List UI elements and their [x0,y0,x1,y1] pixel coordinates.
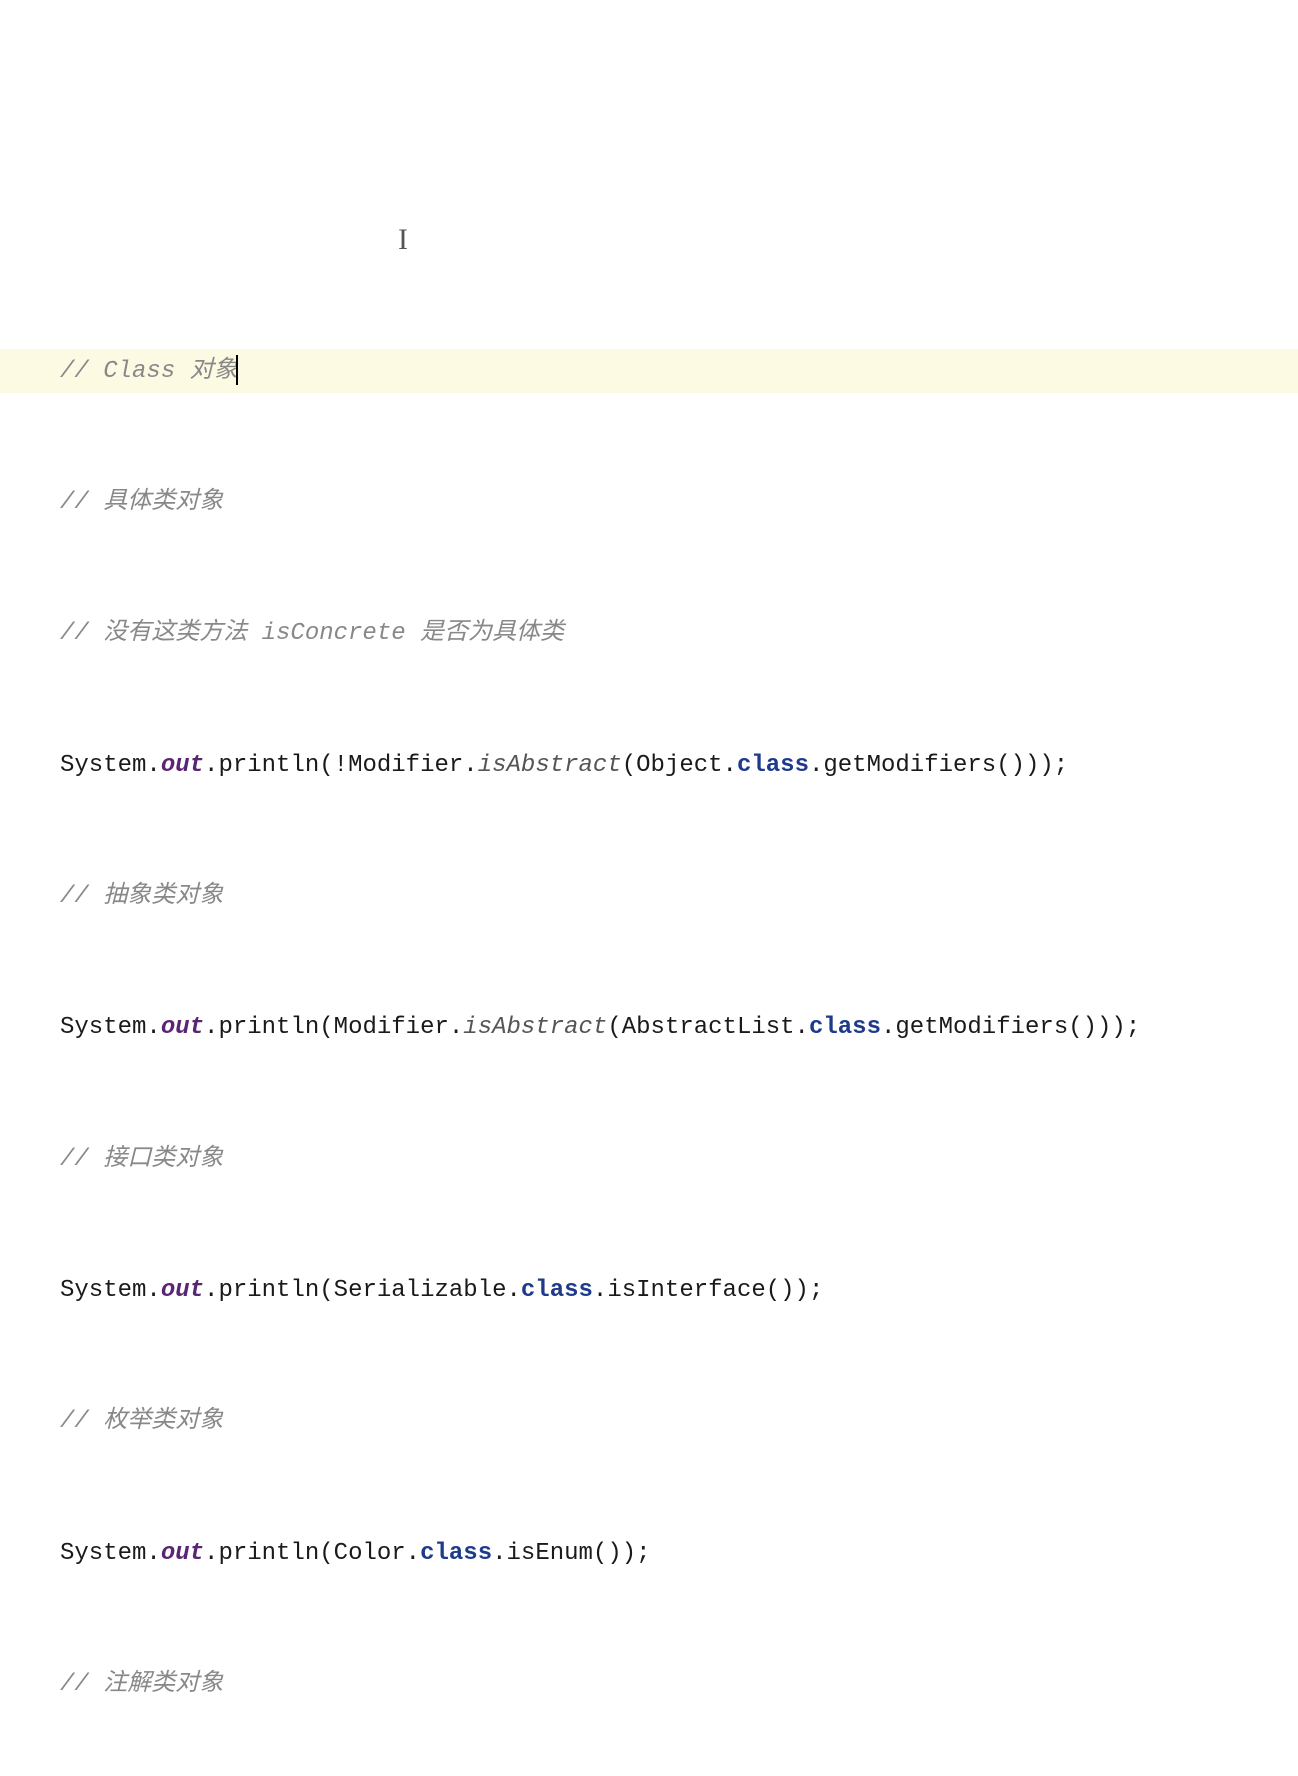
comment-text: // 没有这类方法 isConcrete 是否为具体类 [60,612,564,656]
comment-text: // 抽象类对象 [60,875,223,919]
code-line[interactable]: System.out.println(Color.class.isEnum())… [0,1531,1298,1575]
code-token: out [161,1532,204,1576]
code-token: .println(Color. [204,1532,420,1576]
code-line[interactable]: System.out.println(Serializable.class.is… [0,1269,1298,1313]
code-token: .println(!Modifier. [204,744,478,788]
code-line[interactable]: System.out.println(!Modifier.isAbstract(… [0,743,1298,787]
blinking-cursor [236,355,238,385]
code-token: .isEnum()); [492,1532,650,1576]
code-token: .isInterface()); [593,1269,823,1313]
code-token: .getModifiers())); [881,1006,1140,1050]
code-token: class [521,1269,593,1313]
code-token: out [161,1269,204,1313]
code-token: (Object. [622,744,737,788]
code-token: class [420,1532,492,1576]
code-token: (AbstractList. [607,1006,809,1050]
code-token: out [161,744,204,788]
code-token: System. [60,744,161,788]
code-token: System. [60,1532,161,1576]
code-line[interactable]: // 具体类对象 [0,481,1298,525]
code-line[interactable]: System.out.println(Modifier.isAbstract(A… [0,1006,1298,1050]
code-line[interactable]: // Class 对象 [0,349,1298,393]
code-line[interactable]: // 枚举类对象 [0,1400,1298,1444]
code-token: System. [60,1269,161,1313]
comment-text: // Class 对象 [60,350,238,394]
code-line[interactable]: // 接口类对象 [0,1137,1298,1181]
code-editor[interactable]: I // Class 对象 // 具体类对象 // 没有这类方法 isConcr… [0,175,1298,1776]
code-token: System. [60,1006,161,1050]
code-line[interactable]: // 抽象类对象 [0,875,1298,919]
text-cursor-icon: I [398,213,408,268]
code-line[interactable]: // 注解类对象 [0,1663,1298,1707]
comment-text: // 注解类对象 [60,1663,223,1707]
comment-text: // 接口类对象 [60,1138,223,1182]
code-token: isAbstract [478,744,622,788]
code-token: class [809,1006,881,1050]
comment-text: // 具体类对象 [60,481,223,525]
code-line[interactable]: // 没有这类方法 isConcrete 是否为具体类 [0,612,1298,656]
comment-text: // 枚举类对象 [60,1400,223,1444]
code-token: .println(Serializable. [204,1269,521,1313]
code-token: .getModifiers())); [809,744,1068,788]
code-token: out [161,1006,204,1050]
code-token: class [737,744,809,788]
code-token: .println(Modifier. [204,1006,463,1050]
code-token: isAbstract [463,1006,607,1050]
